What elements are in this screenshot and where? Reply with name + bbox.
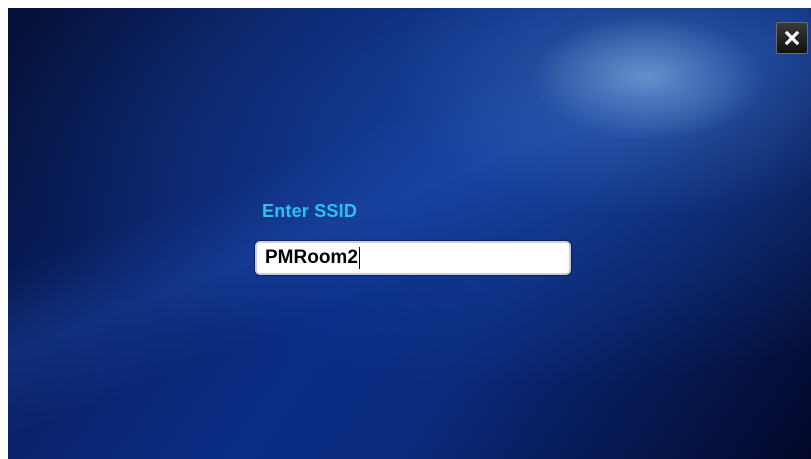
ssid-input[interactable]: PMRoom2 [255, 241, 571, 275]
text-caret [358, 247, 360, 269]
close-button[interactable] [776, 22, 808, 54]
ssid-screen: Enter SSID PMRoom2 [8, 8, 811, 459]
ssid-label: Enter SSID [262, 201, 358, 221]
ssid-input-value: PMRoom2 [265, 247, 358, 268]
close-icon [784, 30, 800, 46]
background-streak [8, 8, 811, 441]
